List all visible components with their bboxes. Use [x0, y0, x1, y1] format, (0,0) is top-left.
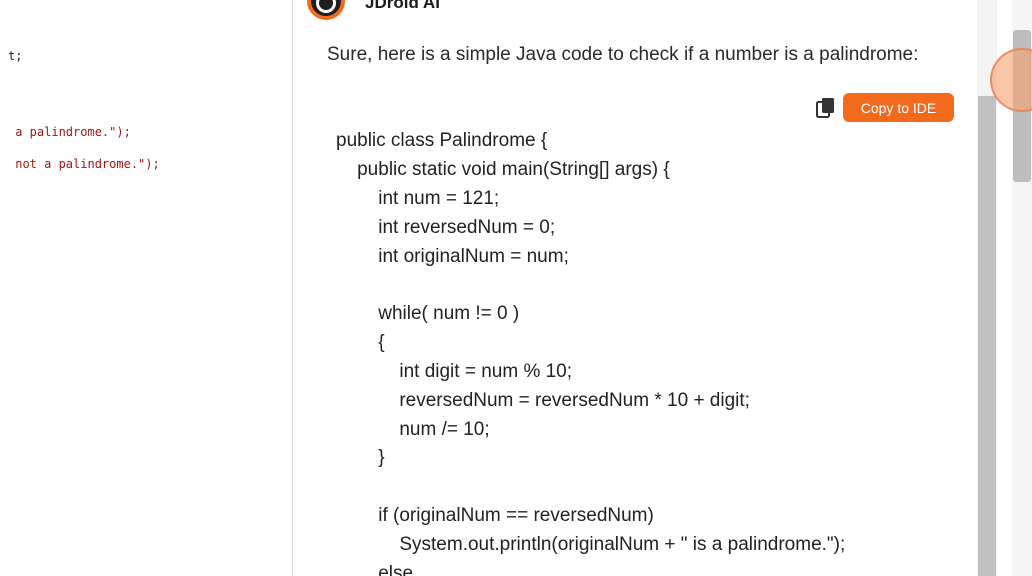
- code-line: System.out.println(originalNum + " is a …: [336, 534, 846, 555]
- code-line: public class Palindrome {: [336, 130, 548, 151]
- code-line: if (originalNum == reversedNum): [336, 505, 654, 526]
- code-line: while( num != 0 ): [336, 303, 520, 324]
- editor-line-code: t;: [8, 49, 23, 63]
- editor-line: a palindrome.");: [8, 125, 131, 139]
- assistant-message-text: Sure, here is a simple Java code to chec…: [327, 44, 919, 65]
- editor-line: t;: [8, 49, 22, 63]
- code-line: }: [336, 447, 385, 468]
- code-line: int reversedNum = 0;: [336, 217, 556, 238]
- chat-scrollbar-thumb[interactable]: [978, 96, 996, 576]
- copy-to-ide-button[interactable]: Copy to IDE: [843, 93, 954, 122]
- editor-line-string: not a palindrome.");: [8, 157, 160, 171]
- code-editor-pane[interactable]: t; a palindrome."); not a palindrome.");: [0, 0, 292, 576]
- code-line: int num = 121;: [336, 188, 500, 209]
- code-line: public static void main(String[] args) {: [336, 159, 670, 180]
- code-line: int originalNum = num;: [336, 246, 569, 267]
- jdroid-avatar-icon: [307, 0, 345, 20]
- code-line: reversedNum = reversedNum * 10 + digit;: [336, 390, 750, 411]
- code-line: num /= 10;: [336, 419, 490, 440]
- copy-icon[interactable]: [816, 97, 836, 119]
- bot-name: JDroid AI: [365, 0, 440, 12]
- code-line: {: [336, 332, 385, 353]
- chat-panel: JDroid AI Sure, here is a simple Java co…: [293, 0, 977, 576]
- editor-line-string: a palindrome.");: [8, 125, 131, 139]
- code-line: else: [336, 563, 414, 576]
- code-line: int digit = num % 10;: [336, 361, 573, 382]
- editor-line: not a palindrome.");: [8, 157, 160, 171]
